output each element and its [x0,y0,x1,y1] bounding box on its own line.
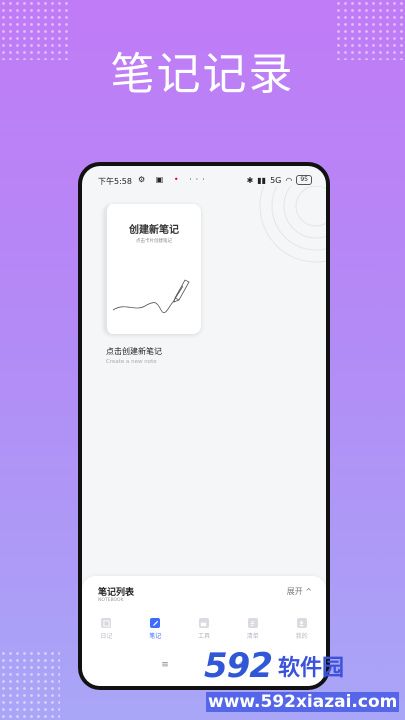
watermark-url: www.592xiazai.com [206,692,400,712]
network-label: 5G [270,175,282,185]
page-headline: 笔记记录 [110,49,295,100]
checklist-icon [247,618,258,628]
pen-scribble-illustration [112,279,190,314]
status-notification-icons: ⚙ ▣ • ··· [138,175,209,184]
signal-icon: ▮▮ [257,175,267,185]
create-note-card[interactable]: 创建新笔记 点击卡片创建笔记 [104,204,201,334]
toolbox-icon [198,618,209,628]
tab-label: 日记 [100,633,113,640]
bluetooth-icon: ✱ [246,175,254,185]
tab-diary[interactable]: 日记 [82,618,131,652]
expand-button[interactable]: 展开 ^ [287,586,312,597]
decorative-swirl [259,186,326,263]
card-title: 创建新笔记 [129,225,179,236]
decorative-dots [0,650,60,720]
status-right-icons: ✱ ▮▮ 5G ◠ 95 [247,175,312,185]
battery-icon: 95 [296,175,312,185]
menu-nav-button[interactable]: ≡ [161,660,169,680]
phone-frame: 下午5:58 ⚙ ▣ • ··· ✱ ▮▮ 5G ◠ 95 创建新笔记 点击卡片… [78,162,330,690]
wifi-icon: ◠ [285,175,293,185]
note-pencil-icon [150,618,161,628]
tab-label: 清单 [246,633,259,640]
watermark-chinese: 软件园 [277,656,344,681]
site-watermark: 592 软件园 www.592xiazai.com [204,646,402,716]
tab-label: 笔记 [149,633,162,640]
panel-title: 笔记列表 [98,588,135,598]
card-subtitle: 点击卡片创建笔记 [136,239,172,244]
status-time: 下午5:58 [98,177,132,186]
phone-screen: 下午5:58 ⚙ ▣ • ··· ✱ ▮▮ 5G ◠ 95 创建新笔记 点击卡片… [82,166,326,686]
create-note-label[interactable]: 点击创建新笔记 [106,346,162,357]
profile-icon [296,618,307,628]
watermark-url-text: www.592xiazai.com [206,692,400,712]
tab-label: 工具 [197,633,210,640]
tab-label: 我的 [295,633,308,640]
tab-notes[interactable]: 笔记 [131,618,180,652]
watermark-number: 592 [204,646,273,686]
panel-subtitle: NOTEBOOK [98,598,124,603]
diary-icon [101,618,112,628]
create-note-sublabel: Create a new note [106,359,157,365]
